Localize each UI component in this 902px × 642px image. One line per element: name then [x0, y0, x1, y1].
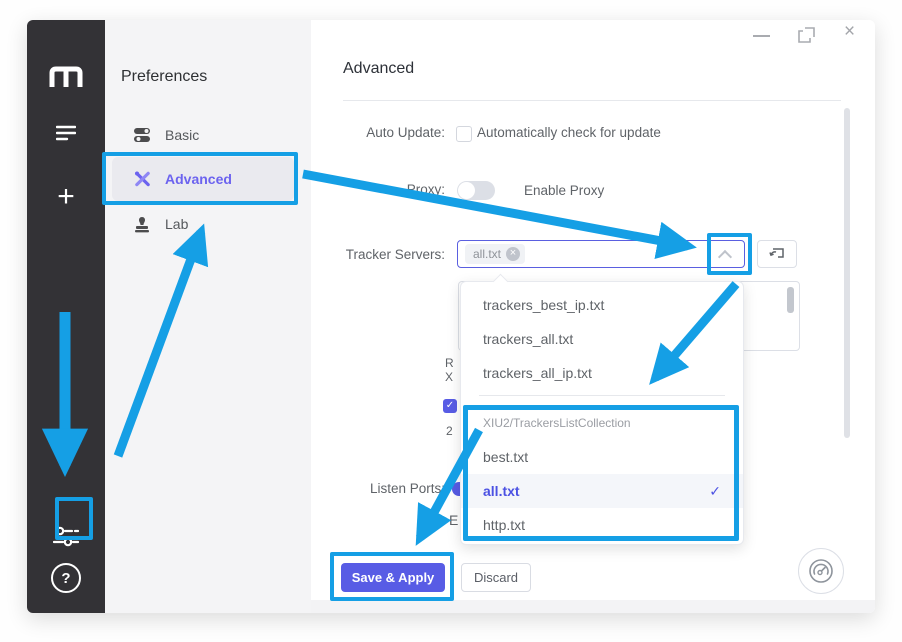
- covered-text-fragment: R: [445, 356, 454, 370]
- proxy-toggle-label: Enable Proxy: [524, 183, 604, 198]
- dropdown-group-label: XIU2/TrackersListCollection: [483, 416, 631, 430]
- dropdown-item[interactable]: trackers_best_ip.txt: [461, 288, 743, 322]
- dropdown-divider: [479, 395, 725, 396]
- selected-tag: all.txt ×: [465, 244, 525, 264]
- chevron-up-icon[interactable]: [718, 250, 732, 264]
- minimize-button[interactable]: [753, 35, 770, 37]
- motrix-logo-icon: [27, 65, 105, 87]
- speed-limit-button[interactable]: [798, 548, 844, 594]
- add-task-icon[interactable]: +: [27, 186, 105, 208]
- dropdown-item[interactable]: trackers_all.txt: [461, 322, 743, 356]
- covered-text-fragment: 2: [446, 424, 453, 438]
- tracker-servers-select[interactable]: all.txt ×: [457, 240, 745, 268]
- covered-checked-checkbox[interactable]: ✓: [443, 399, 457, 413]
- scrollbar-thumb[interactable]: [844, 108, 850, 438]
- settings-sliders-icon[interactable]: [27, 523, 105, 551]
- help-glyph: ?: [51, 563, 81, 593]
- nav-item-label: Lab: [165, 216, 188, 232]
- proxy-toggle[interactable]: [457, 181, 495, 200]
- dropdown-item[interactable]: trackers_all_ip.txt: [461, 356, 743, 390]
- title-divider: [343, 100, 841, 101]
- tracker-servers-label: Tracker Servers:: [311, 247, 445, 262]
- screenshot-stage: + ? Preferences: [0, 0, 902, 642]
- tools-icon: [134, 170, 151, 188]
- help-icon[interactable]: ?: [27, 563, 105, 593]
- nav-item-advanced[interactable]: Advanced: [112, 157, 294, 201]
- covered-text-fragment: X: [445, 370, 453, 384]
- tracker-select-dropdown: trackers_best_ip.txt trackers_all.txt tr…: [460, 281, 744, 545]
- auto-update-checkbox-label: Automatically check for update: [477, 125, 661, 140]
- check-icon: ✓: [709, 483, 721, 500]
- speedometer-icon: [807, 557, 835, 585]
- listen-ports-label: Listen Ports:: [311, 481, 445, 496]
- close-button[interactable]: ×: [844, 22, 855, 42]
- lab-stamp-icon: [134, 216, 151, 233]
- textarea-scrollbar-thumb[interactable]: [787, 287, 794, 313]
- dropdown-item-selected[interactable]: all.txt ✓: [461, 474, 743, 508]
- nav-item-lab[interactable]: Lab: [112, 202, 294, 246]
- maximize-button[interactable]: [798, 27, 815, 48]
- toggle-knob: [458, 182, 475, 199]
- toggles-icon: [134, 127, 151, 143]
- nav-item-label: Basic: [165, 127, 199, 143]
- task-list-icon[interactable]: [27, 124, 105, 142]
- dropdown-item-label: all.txt: [483, 483, 520, 499]
- nav-item-label: Advanced: [165, 171, 232, 187]
- sync-icon: [769, 247, 785, 262]
- preferences-panel: Preferences Basic: [105, 20, 311, 613]
- page-title: Advanced: [343, 60, 414, 78]
- tag-remove-icon[interactable]: ×: [506, 247, 520, 261]
- discard-button[interactable]: Discard: [461, 563, 531, 592]
- dropdown-item[interactable]: http.txt: [461, 508, 743, 542]
- sync-trackers-button[interactable]: [757, 240, 797, 268]
- dropdown-item[interactable]: best.txt: [461, 440, 743, 474]
- selected-tag-label: all.txt: [473, 247, 501, 261]
- window-bottom-strip: [311, 600, 875, 613]
- auto-update-label: Auto Update:: [311, 125, 445, 140]
- preferences-title: Preferences: [121, 68, 207, 86]
- save-apply-button[interactable]: Save & Apply: [341, 563, 445, 592]
- auto-update-checkbox[interactable]: [456, 126, 472, 142]
- covered-text-fragment: E: [449, 512, 458, 528]
- nav-item-basic[interactable]: Basic: [112, 113, 294, 157]
- app-sidebar: + ?: [27, 20, 105, 613]
- proxy-label: Proxy:: [311, 182, 445, 197]
